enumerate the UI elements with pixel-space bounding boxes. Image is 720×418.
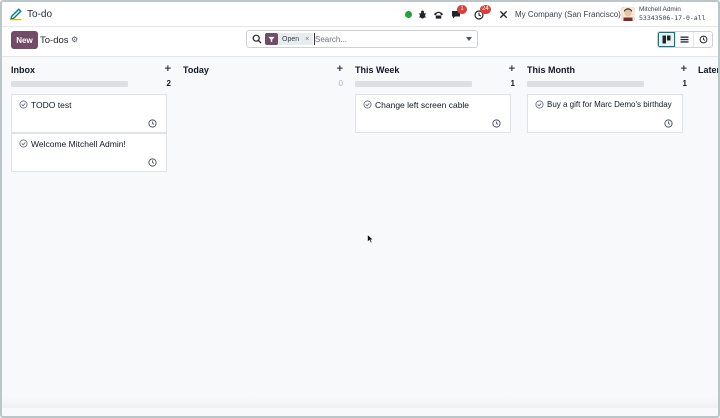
kanban-card[interactable]: Buy a gift for Marc Demo's birthday — [527, 94, 683, 133]
search-icon[interactable] — [252, 34, 262, 44]
company-switcher[interactable]: My Company (San Francisco) — [515, 10, 621, 19]
card-title: TODO test — [31, 100, 72, 110]
online-status-icon — [405, 11, 412, 18]
search-input[interactable] — [314, 33, 459, 45]
column-title[interactable]: This Week — [355, 65, 399, 75]
view-switcher — [657, 31, 713, 48]
column-count: 1 — [510, 79, 515, 88]
kanban-card[interactable]: Change left screen cable — [355, 94, 511, 133]
add-card-button[interactable]: + — [337, 63, 343, 75]
new-button[interactable]: New — [11, 31, 38, 49]
activities-badge: 24 — [480, 5, 491, 14]
facet-remove-button[interactable]: × — [305, 36, 309, 43]
check-circle-icon[interactable] — [19, 139, 28, 148]
column-title[interactable]: Today — [183, 65, 209, 75]
column-progress-bar — [183, 81, 300, 87]
column-count: 2 — [166, 79, 171, 88]
card-title: Buy a gift for Marc Demo's birthday — [547, 100, 672, 109]
kanban-view-button[interactable] — [658, 32, 676, 47]
avatar[interactable] — [621, 7, 635, 21]
messages-badge: 1 — [457, 5, 467, 14]
column-progress-bar[interactable] — [355, 81, 472, 87]
check-circle-icon[interactable] — [363, 100, 372, 109]
activity-view-button[interactable] — [694, 32, 712, 47]
card-title: Welcome Mitchell Admin! — [31, 139, 126, 149]
top-navbar: To-do 1 24 My Company (San Francisco) Mi… — [2, 2, 718, 27]
app-title[interactable]: To-do — [27, 9, 52, 20]
clock-icon[interactable] — [664, 119, 673, 128]
facet-label: Open — [282, 35, 300, 43]
add-card-button[interactable]: + — [165, 63, 171, 75]
column-progress-bar[interactable] — [527, 81, 644, 87]
activity-view-icon — [699, 35, 707, 44]
column-title[interactable]: This Month — [527, 65, 575, 75]
column-count: 0 — [338, 79, 343, 88]
mouse-cursor-icon — [367, 234, 374, 244]
activities-menu[interactable]: 24 — [473, 5, 491, 21]
phone-icon[interactable] — [432, 8, 444, 21]
clock-icon[interactable] — [492, 119, 501, 128]
clock-icon[interactable] — [148, 158, 157, 167]
kanban-card[interactable]: TODO test — [11, 94, 167, 133]
filter-icon — [265, 33, 278, 45]
chevron-down-icon[interactable] — [466, 37, 472, 41]
check-circle-icon[interactable] — [19, 100, 28, 109]
search-bar[interactable]: Open × — [246, 30, 478, 48]
column-title[interactable]: Later — [698, 65, 718, 75]
bug-icon[interactable] — [417, 8, 428, 21]
clock-icon[interactable] — [148, 119, 157, 128]
database-name: 533435​06-17-0-all — [639, 14, 706, 22]
list-view-icon — [680, 36, 689, 43]
check-circle-icon[interactable] — [535, 100, 544, 109]
column-title[interactable]: Inbox — [11, 65, 35, 75]
column-count: 1 — [682, 79, 687, 88]
add-card-button[interactable]: + — [681, 63, 687, 75]
kanban-board: Inbox + 2 TODO test Welcome Mitchell Adm… — [2, 58, 718, 408]
breadcrumb: To-dos — [40, 35, 69, 46]
user-name[interactable]: Mitchell Admin — [639, 6, 681, 13]
column-progress-bar[interactable] — [11, 81, 128, 87]
tools-icon[interactable] — [498, 8, 509, 21]
pencil-icon[interactable] — [9, 7, 23, 21]
control-panel: New To-dos ⚙ Open × — [2, 27, 718, 57]
status-indicator[interactable] — [404, 8, 413, 21]
filter-facet[interactable]: Open × — [278, 33, 314, 45]
kanban-view-icon — [662, 35, 671, 44]
gear-icon[interactable]: ⚙ — [71, 35, 78, 44]
card-title: Change left screen cable — [375, 100, 470, 110]
list-view-button[interactable] — [676, 32, 694, 47]
bottom-edge — [2, 398, 718, 408]
kanban-card[interactable]: Welcome Mitchell Admin! — [11, 133, 167, 172]
app-window: To-do 1 24 My Company (San Francisco) Mi… — [0, 0, 720, 418]
add-card-button[interactable]: + — [509, 63, 515, 75]
messaging-menu[interactable]: 1 — [450, 5, 467, 21]
